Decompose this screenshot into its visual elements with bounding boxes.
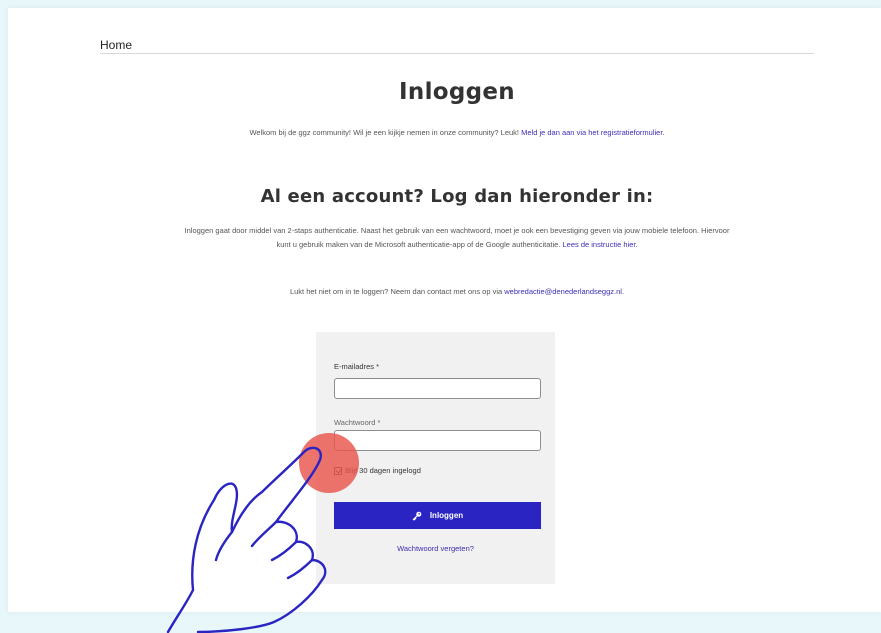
registration-link[interactable]: Meld je dan aan via het registratieformu…: [521, 128, 664, 137]
tap-highlight: [299, 433, 359, 493]
contact-email-link[interactable]: webredactie@denederlandseggz.nl: [504, 287, 622, 296]
password-label: Wachtwoord *: [334, 418, 381, 427]
instruction-link[interactable]: Lees de instructie hier.: [562, 240, 637, 249]
help-text-body: Lukt het niet om in te loggen? Neem dan …: [289, 287, 505, 296]
login-button[interactable]: Inloggen: [334, 502, 541, 529]
login-button-label: Inloggen: [429, 511, 464, 520]
page-title: Inloggen: [399, 79, 515, 105]
email-label: E-mailadres *: [334, 362, 380, 371]
intro-text-body: Inloggen gaat door middel van 2-staps au…: [184, 226, 730, 249]
key-icon: [412, 511, 422, 520]
help-text: Lukt het niet om in te loggen? Neem dan …: [183, 285, 731, 298]
email-field[interactable]: [334, 378, 541, 399]
intro-text: Inloggen gaat door middel van 2-staps au…: [183, 224, 731, 251]
forgot-password-link[interactable]: Wachtwoord vergeten?: [316, 544, 555, 553]
welcome-text: Welkom bij de ggz community! Wil je een …: [183, 126, 731, 139]
password-field[interactable]: [334, 430, 541, 451]
section-title: Al een account? Log dan hieronder in:: [260, 186, 654, 207]
help-text-end: .: [621, 287, 625, 296]
page-container: Home Inloggen Welkom bij de ggz communit…: [8, 8, 881, 612]
nav-home-link[interactable]: Home: [100, 38, 132, 52]
top-nav: Home: [100, 30, 814, 54]
welcome-text-body: Welkom bij de ggz community! Wil je een …: [249, 128, 522, 137]
